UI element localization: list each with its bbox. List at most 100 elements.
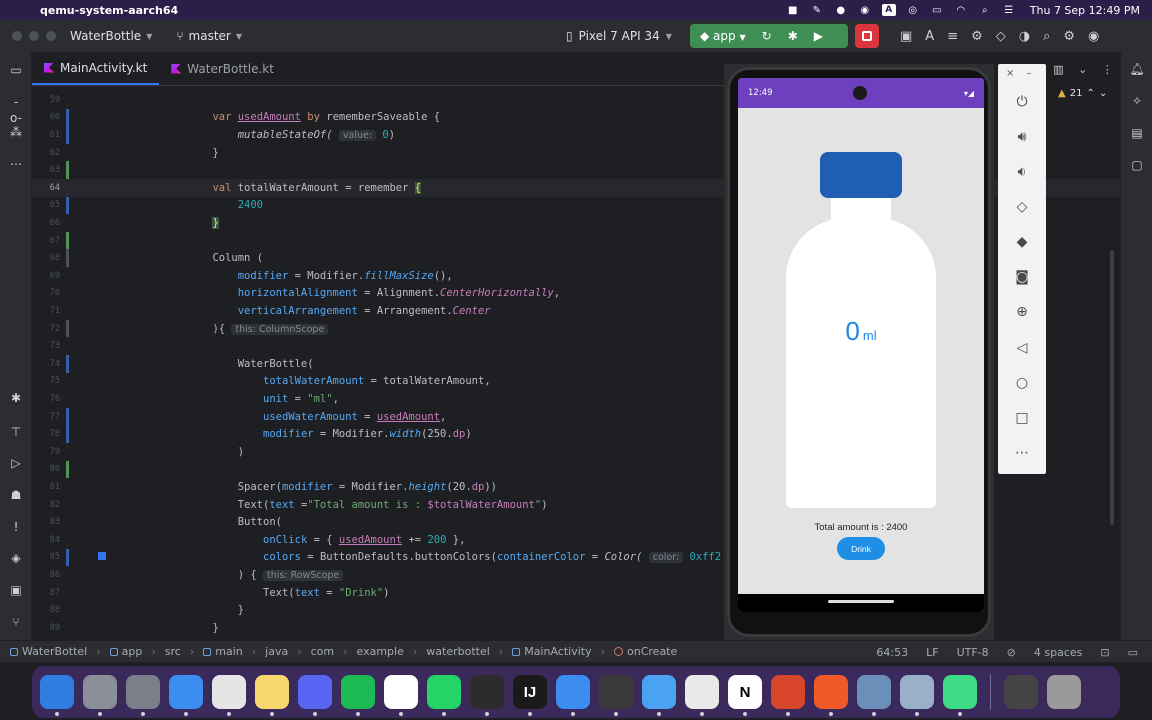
- line-ending[interactable]: LF: [926, 646, 938, 659]
- dock-pencil-icon[interactable]: [814, 675, 848, 716]
- dock-android-studio-alt-icon[interactable]: [599, 675, 633, 716]
- volume-up-icon[interactable]: 🔊︎: [1012, 127, 1032, 147]
- wifi-icon[interactable]: ◠: [954, 4, 968, 16]
- zoom-window-button[interactable]: [46, 31, 56, 41]
- no-lock-icon[interactable]: ⊘: [1007, 646, 1016, 659]
- branch-selector[interactable]: ⑂ master ▼: [176, 29, 242, 43]
- dock-android-studio-icon[interactable]: [943, 675, 977, 716]
- dock-figma-icon[interactable]: [470, 675, 504, 716]
- dock-intellij-icon[interactable]: IJ: [513, 675, 547, 716]
- caret-position[interactable]: 64:53: [876, 646, 908, 659]
- debug-icon[interactable]: ✱: [788, 29, 798, 43]
- dock-textedit-icon[interactable]: [685, 675, 719, 716]
- profile-icon[interactable]: ◑: [1019, 29, 1030, 44]
- overview-icon[interactable]: □: [1012, 408, 1032, 428]
- home-icon[interactable]: ○: [1012, 373, 1032, 393]
- menubar-app-icon[interactable]: ■: [786, 4, 800, 16]
- tab-main-activity[interactable]: MainActivity.kt: [32, 52, 160, 85]
- dock-garageband-icon[interactable]: [771, 675, 805, 716]
- device-manager-icon[interactable]: ▣: [900, 29, 912, 44]
- dock-recent-window-icon[interactable]: [1004, 675, 1038, 709]
- commit-icon[interactable]: -o-: [8, 94, 24, 125]
- camera-icon[interactable]: ◙: [1012, 267, 1032, 287]
- search-icon[interactable]: ⌕: [978, 4, 992, 16]
- account-icon[interactable]: ◉: [1088, 29, 1099, 44]
- zoom-icon[interactable]: ⊕: [1012, 302, 1032, 322]
- color-swatch-icon[interactable]: [98, 552, 106, 560]
- file-encoding[interactable]: UTF-8: [957, 646, 989, 659]
- dock-xcode-icon[interactable]: [642, 675, 676, 716]
- settings-gear-icon[interactable]: ⚙: [1063, 29, 1075, 44]
- dock-trash-icon[interactable]: [1047, 675, 1081, 709]
- dock-disk-utility-icon[interactable]: [857, 675, 891, 716]
- control-center-icon[interactable]: ☰: [1002, 4, 1016, 16]
- run-panel-icon[interactable]: ▷: [8, 455, 24, 471]
- structure-icon[interactable]: ⁂: [8, 124, 24, 140]
- dock-xcode-instruments-icon[interactable]: [556, 675, 590, 716]
- messenger-icon[interactable]: ●: [834, 4, 848, 16]
- active-app-name[interactable]: qemu-system-aarch64: [40, 4, 178, 17]
- dock-capcut-icon[interactable]: [384, 675, 418, 716]
- run-icon[interactable]: ▶: [814, 29, 823, 43]
- running-devices-icon[interactable]: ▢: [1129, 158, 1145, 174]
- logcat-icon[interactable]: ☗: [8, 487, 24, 503]
- problems-icon[interactable]: !: [8, 519, 24, 535]
- volume-down-icon[interactable]: 🔉︎: [1012, 162, 1032, 182]
- dock-notion-icon[interactable]: N: [728, 675, 762, 716]
- phone-screen[interactable]: 12:49 ▾◢ 0 ml Total amount is : 2400 Drin…: [738, 78, 984, 612]
- project-selector[interactable]: WaterBottle ▼: [70, 29, 152, 43]
- dock-mail-icon[interactable]: [169, 675, 203, 716]
- gemini-icon[interactable]: ✧: [1129, 94, 1145, 110]
- breadcrumb-item[interactable]: waterbottel: [426, 645, 490, 658]
- breadcrumb-item[interactable]: java: [265, 645, 288, 658]
- more-vertical-icon[interactable]: ⋮: [1102, 63, 1113, 76]
- rotate-left-icon[interactable]: ◇: [1012, 197, 1032, 217]
- notifications-icon[interactable]: 🔔︎: [1129, 62, 1145, 78]
- gradle-icon[interactable]: ◇: [996, 29, 1006, 44]
- translate-icon[interactable]: A: [925, 29, 934, 44]
- chevron-down-icon[interactable]: ⌄: [1099, 88, 1107, 99]
- close-icon[interactable]: ×: [1006, 68, 1014, 79]
- dock-notes-icon[interactable]: [255, 675, 289, 716]
- feather-icon[interactable]: ✎: [810, 4, 824, 16]
- indent-setting[interactable]: 4 spaces: [1034, 646, 1083, 659]
- close-window-button[interactable]: [12, 31, 22, 41]
- search-everywhere-icon[interactable]: ⌕: [1043, 29, 1050, 44]
- person-icon[interactable]: ◎: [906, 4, 920, 16]
- inspection-widget[interactable]: ▲ 21 ⌃ ⌄: [1058, 88, 1107, 99]
- breadcrumb-item[interactable]: onCreate: [627, 645, 677, 658]
- breadcrumb-item[interactable]: main: [215, 645, 242, 658]
- breadcrumb-item[interactable]: com: [311, 645, 335, 658]
- dock-chrome-icon[interactable]: [212, 675, 246, 716]
- panel-icon[interactable]: ▭: [1128, 646, 1138, 659]
- build-icon[interactable]: ⊤: [8, 424, 24, 440]
- dock-spotify-icon[interactable]: [341, 675, 375, 716]
- split-view-icon[interactable]: ▥: [1053, 63, 1063, 76]
- record-icon[interactable]: ◉: [858, 4, 872, 16]
- dock-finder-icon[interactable]: [40, 675, 74, 716]
- device-selector[interactable]: ▯ Pixel 7 API 34 ▼: [566, 20, 672, 52]
- battery-icon[interactable]: ▭: [930, 4, 944, 16]
- breadcrumb-item[interactable]: WaterBottel: [22, 645, 87, 658]
- more-icon[interactable]: ⋯: [8, 156, 24, 172]
- breadcrumb-item[interactable]: src: [165, 645, 181, 658]
- breadcrumb-item[interactable]: example: [357, 645, 404, 658]
- menubar-clock[interactable]: Thu 7 Sep 12:49 PM: [1030, 4, 1140, 17]
- home-indicator[interactable]: [828, 600, 894, 603]
- chevron-down-icon[interactable]: ⌄: [1078, 63, 1087, 76]
- breadcrumb-item[interactable]: app: [122, 645, 143, 658]
- dock-discord-icon[interactable]: [298, 675, 332, 716]
- device-explorer-icon[interactable]: ▤: [1129, 126, 1145, 142]
- tab-water-bottle[interactable]: WaterBottle.kt: [159, 52, 286, 85]
- editor-scrollbar[interactable]: [1110, 250, 1114, 525]
- power-icon[interactable]: ⏻: [1012, 92, 1032, 112]
- input-source-icon[interactable]: A: [881, 4, 896, 16]
- dock-system-settings-icon[interactable]: [126, 675, 160, 716]
- sync-icon[interactable]: ≡: [947, 29, 958, 44]
- minimize-window-button[interactable]: [29, 31, 39, 41]
- lock-icon[interactable]: ⊡: [1100, 646, 1109, 659]
- apply-changes-icon[interactable]: ↻: [762, 29, 772, 43]
- terminal-icon[interactable]: ▣: [8, 582, 24, 598]
- app-quality-icon[interactable]: ◈: [8, 550, 24, 566]
- chevron-up-icon[interactable]: ⌃: [1086, 88, 1094, 99]
